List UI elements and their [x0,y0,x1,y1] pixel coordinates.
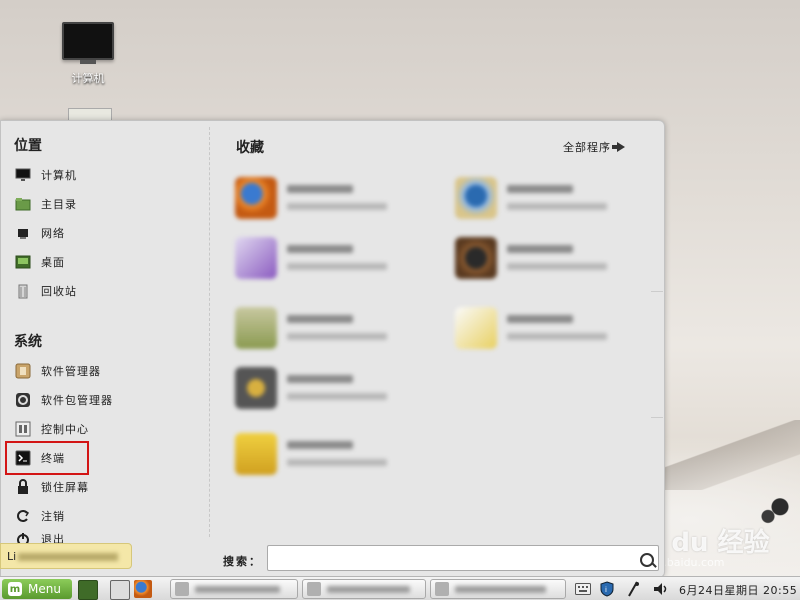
tooltip-text: Li [7,550,17,563]
favorites-divider [651,291,663,292]
pidgin-icon [235,237,277,279]
system-item-label: 锁住屏幕 [41,481,89,494]
volume-icon[interactable] [652,580,670,598]
computer-icon [15,167,31,183]
places-item-label: 回收站 [41,285,77,298]
terminal-launcher-icon[interactable] [110,580,130,600]
clock[interactable]: 6月24日星期日 20:55 [679,582,797,598]
highlight-box [5,441,89,475]
network-status-icon[interactable] [624,580,642,598]
system-item-control-center[interactable]: 控制中心 [15,418,195,440]
favorite-item[interactable] [235,175,435,221]
network-icon [15,225,31,241]
taskbar-window-button[interactable] [170,579,298,599]
system-item-label: 软件包管理器 [41,394,113,407]
system-item-label: 控制中心 [41,423,89,436]
application-menu: 位置 计算机 主目录 网络 桌面 回收站 系统 软件管理器 软件包管理器 控制中… [0,120,665,578]
system-title: 系统 [14,334,42,350]
show-desktop-icon[interactable] [78,580,98,600]
all-programs-button[interactable]: 全部程序 [563,139,625,155]
rhythmbox-icon [455,237,497,279]
places-item-label: 主目录 [41,198,77,211]
terminal-app-icon [235,367,277,409]
system-item-label: 注销 [41,510,65,523]
package-manager-icon [15,392,31,408]
thunderbird-icon [455,177,497,219]
lock-icon [15,479,31,495]
home-folder-icon [15,196,31,212]
keyboard-icon[interactable] [574,580,592,598]
taskbar-window-button[interactable] [302,579,426,599]
desktop-icon-label: 计算机 [71,72,105,85]
tooltip: Li [0,543,132,569]
system-item-lock-screen[interactable]: 锁住屏幕 [15,476,195,498]
places-item-desktop[interactable]: 桌面 [15,251,195,273]
firefox-icon [235,177,277,219]
svg-text:i: i [605,586,607,594]
system-item-software-manager[interactable]: 软件管理器 [15,360,195,382]
places-item-label: 计算机 [41,169,77,182]
search-icon[interactable] [640,553,654,567]
arrow-right-icon [612,142,625,152]
text-editor-icon [455,307,497,349]
places-item-trash[interactable]: 回收站 [15,280,195,302]
places-item-label: 网络 [41,227,65,240]
start-menu-label: Menu [28,582,61,596]
desktop-icon [15,254,31,270]
calculator-icon [235,307,277,349]
favorites-title: 收藏 [236,140,264,156]
system-item-label: 软件管理器 [41,365,101,378]
logout-icon [15,508,31,524]
folder-icon [235,433,277,475]
control-center-icon [15,421,31,437]
places-title: 位置 [14,138,42,154]
monitor-icon [62,22,114,64]
places-item-computer[interactable]: 计算机 [15,164,195,186]
favorite-item[interactable] [235,305,435,351]
update-shield-icon[interactable]: i [598,580,616,598]
taskbar-window-button[interactable] [430,579,566,599]
menu-divider [209,127,210,537]
places-item-label: 桌面 [41,256,65,269]
wallpaper-tree [760,478,800,526]
favorite-item[interactable] [455,235,655,281]
places-item-network[interactable]: 网络 [15,222,195,244]
start-menu-button[interactable]: m Menu [2,579,72,599]
favorite-item[interactable] [235,365,435,411]
places-item-home[interactable]: 主目录 [15,193,195,215]
system-item-package-manager[interactable]: 软件包管理器 [15,389,195,411]
search-input[interactable] [267,545,659,571]
favorite-item[interactable] [235,431,435,477]
menu-sidebar: 位置 计算机 主目录 网络 桌面 回收站 系统 软件管理器 软件包管理器 控制中… [1,121,209,551]
software-manager-icon [15,363,31,379]
taskbar: m Menu i 6月24日星期日 20:55 [0,576,800,600]
trash-icon [15,283,31,299]
favorite-item[interactable] [455,305,655,351]
linux-mint-logo-icon: m [8,582,22,596]
firefox-launcher-icon[interactable] [134,580,152,598]
favorite-item[interactable] [235,235,435,281]
system-item-logout[interactable]: 注销 [15,505,195,527]
desktop-computer-shortcut[interactable]: 计算机 [60,22,116,86]
search-label: 搜索： [223,555,262,568]
all-programs-label: 全部程序 [563,141,611,154]
favorites-divider [651,417,663,418]
favorite-item[interactable] [455,175,655,221]
